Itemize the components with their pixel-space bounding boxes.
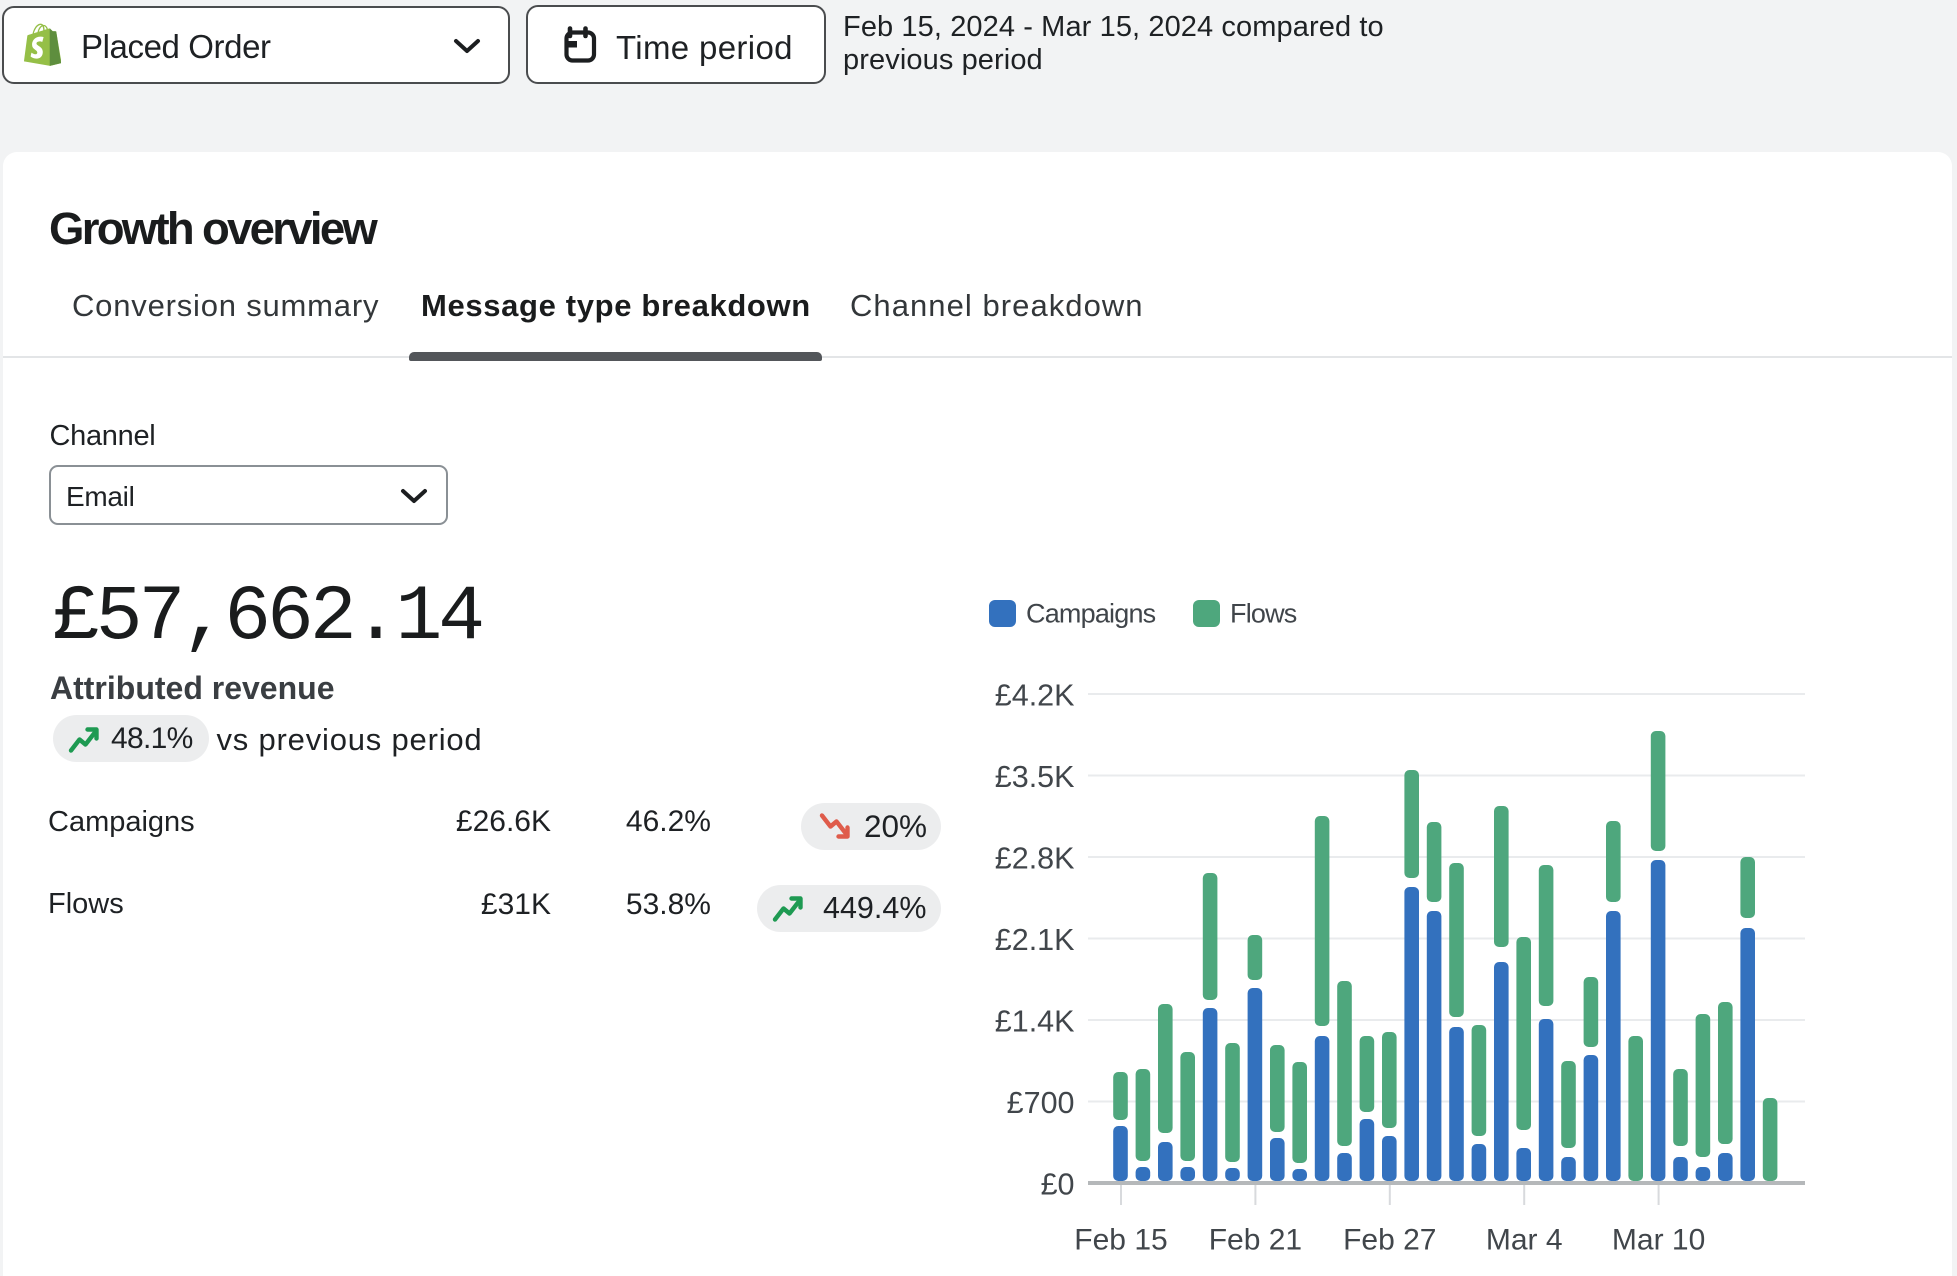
svg-text:£0: £0 xyxy=(1041,1168,1075,1202)
svg-text:£4.2K: £4.2K xyxy=(995,678,1075,712)
svg-text:Campaigns: Campaigns xyxy=(1026,599,1156,629)
svg-text:£2.8K: £2.8K xyxy=(995,841,1075,875)
svg-text:£1.4K: £1.4K xyxy=(995,1004,1075,1038)
svg-text:£700: £700 xyxy=(1007,1086,1075,1120)
svg-text:£2.1K: £2.1K xyxy=(995,923,1075,957)
svg-text:Feb 21: Feb 21 xyxy=(1209,1224,1302,1257)
svg-text:Mar 10: Mar 10 xyxy=(1612,1224,1705,1257)
svg-text:£3.5K: £3.5K xyxy=(995,760,1075,794)
svg-text:Feb 27: Feb 27 xyxy=(1343,1224,1436,1257)
svg-text:Mar 4: Mar 4 xyxy=(1486,1224,1563,1257)
svg-text:Feb 15: Feb 15 xyxy=(1074,1224,1167,1257)
svg-text:Flows: Flows xyxy=(1230,599,1297,629)
